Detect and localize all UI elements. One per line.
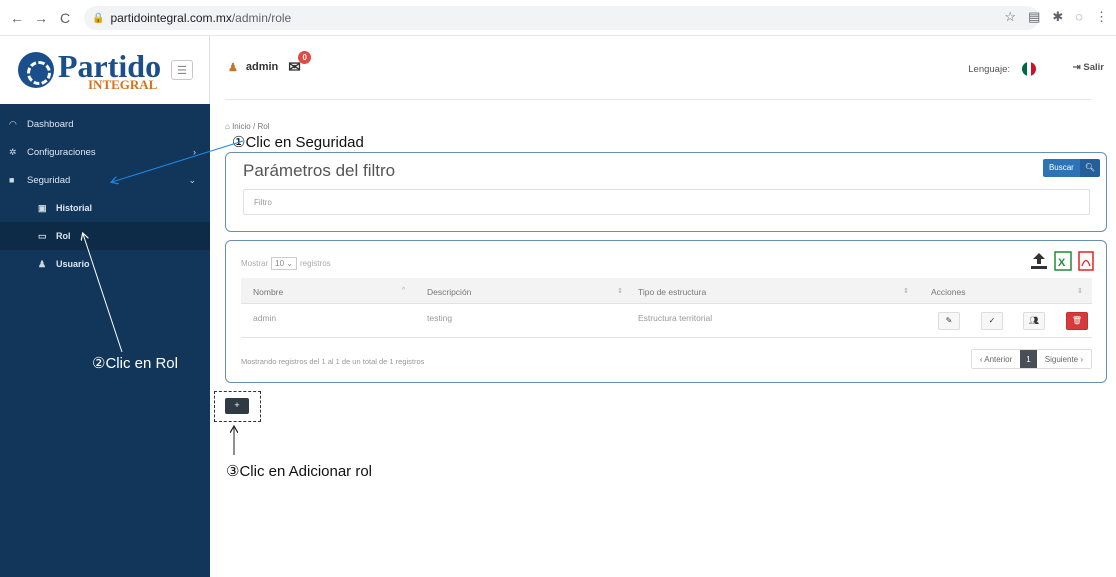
user-name: admin — [245, 61, 279, 73]
kebab-menu-icon[interactable]: ⋮ — [1095, 9, 1108, 25]
filter-input[interactable]: Filtro — [243, 189, 1090, 215]
card-icon: ▭ — [38, 230, 47, 241]
sidebar: Partido INTEGRAL ☰ ◠ Dashboard ✲ Configu… — [0, 36, 210, 577]
history-icon: ▣ — [38, 202, 47, 213]
search-icon: 🔍︎ — [1079, 159, 1100, 177]
sidebar-item-seguridad[interactable]: ■ Seguridad ⌄ — [0, 166, 210, 194]
address-bar[interactable]: 🔒 partidointegral.com.mx/admin/role — [84, 6, 1039, 30]
pagination: ‹ Anterior 1 Siguiente › — [970, 349, 1092, 369]
column-header-descripcion[interactable]: Descripción — [427, 287, 471, 297]
sort-icon[interactable]: ⇕ — [903, 287, 909, 295]
profile-icon[interactable]: ◌ — [1075, 9, 1083, 25]
breadcrumb-separator: / — [253, 122, 256, 131]
sidebar-item-label: Historial — [56, 203, 93, 213]
show-suffix: registros — [299, 259, 331, 268]
breadcrumb-current: Rol — [257, 122, 270, 131]
breadcrumb: ⌂ Inicio / Rol — [225, 122, 269, 131]
star-icon[interactable]: ☆ — [1004, 9, 1016, 25]
sort-icon[interactable]: ⇕ — [1077, 287, 1083, 295]
forward-icon[interactable]: → — [34, 10, 48, 26]
dashboard-icon: ◠ — [9, 118, 17, 129]
sort-icon[interactable]: ⇕ — [617, 287, 623, 295]
logo[interactable]: Partido INTEGRAL — [58, 50, 161, 91]
annotation-step2: ②Clic en Rol — [92, 355, 178, 372]
search-button-label: Buscar — [1042, 159, 1080, 177]
cell-tipo: Estructura territorial — [638, 313, 713, 323]
hamburger-menu-button[interactable]: ☰ — [171, 60, 194, 80]
logo-sub-text: INTEGRAL — [88, 76, 158, 92]
upload-icon[interactable] — [1030, 252, 1048, 270]
url-path: /admin/role — [231, 11, 292, 25]
export-toolbar: X — [1030, 251, 1094, 271]
edit-button[interactable]: ✎ — [938, 312, 960, 330]
header-divider — [225, 99, 1091, 100]
show-prefix: Mostrar — [241, 259, 269, 268]
sidebar-item-label: Configuraciones — [27, 146, 96, 158]
logout-label: Salir — [1083, 62, 1104, 73]
check-button[interactable]: ✓ — [981, 312, 1003, 330]
lock-icon: ■ — [9, 175, 15, 185]
sidebar-item-label: Rol — [56, 231, 71, 241]
url-host: partidointegral.com.mx — [110, 11, 232, 25]
cell-nombre: admin — [253, 313, 277, 323]
sidebar-item-configuraciones[interactable]: ✲ Configuraciones › — [0, 138, 210, 166]
svg-text:X: X — [1058, 257, 1066, 269]
page-length-control: Mostrar 10 ⌄ registros — [241, 257, 331, 270]
breadcrumb-home[interactable]: Inicio — [232, 122, 251, 131]
sidebar-item-dashboard[interactable]: ◠ Dashboard — [0, 110, 210, 138]
notification-badge: 0 — [298, 51, 312, 64]
page-length-value: 10 — [275, 259, 285, 268]
table-header: Nombre ^ Descripción ⇕ Tipo de estructur… — [241, 278, 1092, 304]
sidebar-item-label: Dashboard — [27, 118, 74, 130]
prev-page-button[interactable]: ‹ Anterior — [972, 350, 1020, 368]
column-header-acciones: Acciones — [931, 287, 966, 297]
reader-icon[interactable]: ▤ — [1028, 9, 1040, 25]
chevron-right-icon: › — [193, 147, 196, 157]
reload-icon[interactable]: C — [58, 10, 72, 26]
sidebar-item-label: Seguridad — [27, 174, 71, 186]
extensions-icon[interactable]: ✱ — [1052, 9, 1063, 25]
top-header: ♟ admin ✉ 0 Lenguaje: ⇥ Salir — [210, 36, 1116, 104]
logo-icon — [18, 52, 54, 88]
page-length-select[interactable]: 10 ⌄ — [271, 257, 297, 270]
sidebar-item-rol[interactable]: ▭ Rol — [0, 222, 210, 250]
table-info: Mostrando registros del 1 al 1 de un tot… — [241, 357, 425, 366]
cell-descripcion: testing — [427, 313, 453, 323]
user-icon: ♟ — [38, 258, 47, 269]
home-icon[interactable]: ⌂ — [225, 122, 230, 131]
column-header-tipo[interactable]: Tipo de estructura — [638, 287, 706, 297]
user-menu[interactable]: ♟ admin ✉ 0 — [228, 51, 312, 76]
sidebar-item-label: Usuario — [56, 259, 90, 269]
back-icon[interactable]: ← — [10, 10, 24, 26]
users-button[interactable]: 👥︎ — [1023, 312, 1045, 330]
annotation-step1: ①Clic en Seguridad — [232, 134, 364, 151]
add-role-button[interactable]: + — [225, 398, 249, 414]
page-1-button[interactable]: 1 — [1020, 350, 1037, 368]
excel-icon[interactable]: X — [1054, 251, 1072, 271]
lock-icon: 🔒 — [92, 12, 105, 24]
next-page-button[interactable]: Siguiente › — [1037, 350, 1091, 368]
language-label: Lenguaje: — [968, 63, 1010, 75]
logo-area: Partido INTEGRAL ☰ — [0, 36, 210, 104]
table-panel: Mostrar 10 ⌄ registros X Nombre ^ Descri… — [225, 240, 1107, 383]
chevron-down-icon: ⌄ — [188, 174, 196, 185]
column-header-nombre[interactable]: Nombre — [253, 287, 283, 297]
pdf-icon[interactable] — [1078, 251, 1094, 271]
search-button[interactable]: Buscar 🔍︎ — [1042, 159, 1100, 177]
filter-panel: Parámetros del filtro Buscar 🔍︎ Filtro — [225, 152, 1107, 232]
sort-asc-icon[interactable]: ^ — [402, 287, 405, 294]
filter-title: Parámetros del filtro — [243, 161, 396, 180]
sidebar-item-historial[interactable]: ▣ Historial — [0, 194, 210, 222]
table-row: admin testing Estructura territorial ✎ ✓… — [241, 304, 1092, 338]
delete-button[interactable]: 🗑︎ — [1066, 312, 1088, 330]
language-selector[interactable]: Lenguaje: — [968, 62, 1036, 76]
mexico-flag-icon[interactable] — [1022, 62, 1036, 76]
mail-icon[interactable]: ✉ 0 — [288, 51, 312, 76]
logout-button[interactable]: ⇥ Salir — [1073, 62, 1104, 73]
browser-toolbar: ← → C 🔒 partidointegral.com.mx/admin/rol… — [0, 0, 1116, 36]
user-icon: ♟ — [228, 61, 238, 74]
sidebar-item-usuario[interactable]: ♟ Usuario — [0, 250, 210, 278]
annotation-step3: ③Clic en Adicionar rol — [226, 463, 373, 480]
gear-icon: ✲ — [9, 146, 17, 157]
